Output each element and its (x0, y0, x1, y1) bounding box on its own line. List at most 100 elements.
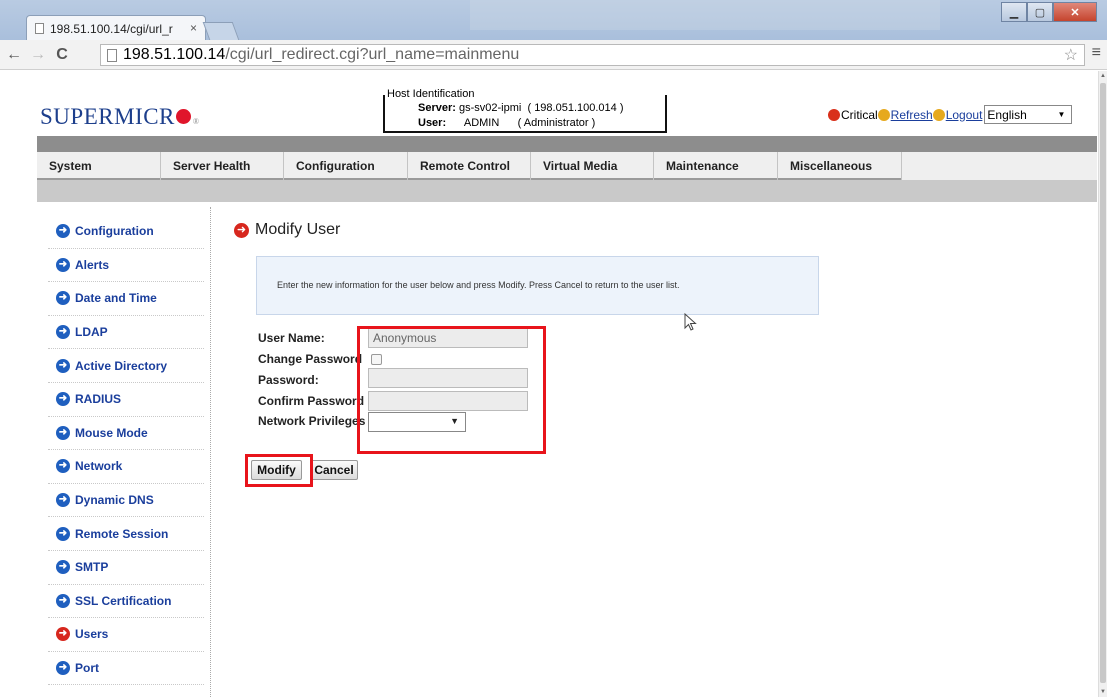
sidebar-item-ldap[interactable]: ➜ LDAP (48, 316, 204, 350)
sidebar-item-label: Alerts (75, 257, 110, 272)
scroll-down-icon[interactable]: ▼ (1100, 689, 1106, 695)
nav-maintenance[interactable]: Maintenance (654, 152, 778, 180)
browser-menu-icon[interactable]: ≡ (1092, 44, 1101, 62)
sidebar-item-label: Port (75, 661, 99, 676)
arrow-right-icon: ➜ (56, 661, 70, 676)
page-icon (35, 23, 44, 34)
arrow-right-icon: ➜ (56, 459, 70, 474)
host-identification-box: Host Identification Server: gs-sv02-ipmi… (383, 88, 667, 133)
close-window-button[interactable]: ✕ (1053, 2, 1097, 22)
arrow-right-icon: ➜ (56, 627, 70, 642)
back-icon[interactable]: ← (4, 46, 24, 64)
network-privileges-label: Network Privileges (258, 414, 366, 428)
background-tab-strip (470, 0, 940, 30)
reload-icon[interactable]: C (52, 46, 72, 64)
sidebar-item-label: Users (75, 627, 109, 642)
sidebar-item-label: SSL Certification (75, 593, 172, 608)
refresh-link[interactable]: Refresh (891, 108, 933, 122)
forward-icon[interactable]: → (28, 46, 48, 64)
arrow-right-icon: ➜ (56, 526, 70, 541)
minimize-button[interactable]: ▁ (1001, 2, 1027, 22)
sidebar-item-label: Active Directory (75, 358, 168, 373)
user-role: ( Administrator ) (517, 117, 596, 129)
arrow-right-icon: ➜ (56, 257, 70, 272)
sidebar-item-active-directory[interactable]: ➜ Active Directory (48, 349, 204, 383)
browser-tab[interactable]: 198.51.100.14/cgi/url_r × (26, 15, 206, 41)
sidebar-item-remote-session[interactable]: ➜ Remote Session (48, 517, 204, 551)
critical-label: Critical (841, 107, 878, 122)
server-ip: ( 198.051.100.014 ) (527, 102, 624, 114)
scrollbar-thumb[interactable] (1100, 83, 1106, 683)
password-label: Password: (258, 373, 319, 387)
arrow-right-icon: ➜ (56, 392, 70, 407)
sidebar-item-network[interactable]: ➜ Network (48, 450, 204, 484)
server-row: Server: gs-sv02-ipmi ( 198.051.100.014 ) (418, 102, 624, 114)
sidebar-item-ssl-certification[interactable]: ➜ SSL Certification (48, 585, 204, 619)
sidebar-item-port[interactable]: ➜ Port (48, 652, 204, 686)
browser-toolbar: ← → C 198.51.100.14/cgi/url_redirect.cgi… (0, 40, 1107, 70)
supermicro-logo: SUPERMICR ® (40, 104, 199, 130)
nav-top-strip (37, 136, 1097, 152)
sidebar-item-dynamic-dns[interactable]: ➜ Dynamic DNS (48, 484, 204, 518)
header-actions: Critical Refresh Logout English ▼ (828, 105, 1073, 124)
arrow-right-icon: ➜ (56, 493, 70, 508)
tab-close-icon[interactable]: × (190, 21, 197, 35)
sidebar-item-smtp[interactable]: ➜ SMTP (48, 551, 204, 585)
sidebar-item-radius[interactable]: ➜ RADIUS (48, 383, 204, 417)
sidebar: ➜ Configuration ➜ Alerts ➜ Date and Time ➜ L… (48, 215, 204, 686)
bookmark-star-icon[interactable]: ☆ (1064, 45, 1078, 65)
info-box: Enter the new information for the user b… (256, 256, 819, 315)
server-label: Server: (418, 102, 456, 114)
server-value: gs-sv02-ipmi (458, 102, 522, 114)
page-scrollbar[interactable]: ▲ ▼ (1098, 71, 1107, 697)
confirm-password-label: Confirm Password (258, 394, 365, 408)
modify-button-highlight (245, 454, 313, 487)
sidebar-item-mouse-mode[interactable]: ➜ Mouse Mode (48, 417, 204, 451)
scroll-up-icon[interactable]: ▲ (1100, 73, 1106, 79)
arrow-right-icon: ➜ (56, 593, 70, 608)
host-identification-legend: Host Identification (387, 88, 477, 100)
nav-remote-control[interactable]: Remote Control (408, 152, 531, 180)
arrow-right-icon: ➜ (56, 560, 70, 575)
nav-virtual-media[interactable]: Virtual Media (531, 152, 654, 180)
sidebar-divider (210, 207, 211, 697)
cancel-button[interactable]: Cancel (310, 460, 358, 480)
sidebar-item-label: Dynamic DNS (75, 493, 154, 508)
new-tab-button[interactable] (202, 22, 240, 40)
sidebar-item-configuration[interactable]: ➜ Configuration (48, 215, 204, 249)
sidebar-item-users[interactable]: ➜ Users (48, 618, 204, 652)
nav-system[interactable]: System (37, 152, 161, 180)
maximize-button[interactable]: ▢ (1027, 2, 1053, 22)
address-bar[interactable]: 198.51.100.14/cgi/url_redirect.cgi?url_n… (100, 44, 1085, 66)
sidebar-item-label: SMTP (75, 560, 109, 575)
nav-miscellaneous[interactable]: Miscellaneous (778, 152, 902, 180)
tab-title: 198.51.100.14/cgi/url_r (50, 21, 173, 36)
nav-server-health[interactable]: Server Health (161, 152, 284, 180)
sidebar-item-date-and-time[interactable]: ➜ Date and Time (48, 282, 204, 316)
user-value: ADMIN (463, 117, 500, 129)
sidebar-item-label: Mouse Mode (75, 425, 148, 440)
logout-icon[interactable] (932, 108, 945, 121)
arrow-right-icon: ➜ (56, 425, 70, 440)
arrow-right-icon: ➜ (56, 358, 70, 373)
sidebar-item-label: Configuration (75, 224, 154, 239)
sidebar-item-alerts[interactable]: ➜ Alerts (48, 249, 204, 283)
logout-link[interactable]: Logout (946, 108, 983, 122)
logo-registered-mark: ® (192, 117, 200, 126)
user-row: User: ADMIN ( Administrator ) (418, 117, 595, 129)
refresh-icon[interactable] (877, 108, 890, 121)
user-name-label: User Name: (258, 331, 325, 345)
browser-window: 198.51.100.14/cgi/url_r × ▁ ▢ ✕ ← → C 19… (0, 0, 1107, 697)
url-host: 198.51.100.14 (123, 46, 226, 63)
mouse-cursor-icon (684, 313, 697, 331)
sidebar-item-label: RADIUS (75, 392, 122, 407)
arrow-right-icon: ➜ (234, 222, 249, 238)
window-controls: ▁ ▢ ✕ (1001, 2, 1097, 22)
sidebar-item-label: LDAP (75, 325, 108, 340)
web-page: SUPERMICR ® Host Identification Server: g… (0, 71, 1098, 697)
page-title-text: Modify User (255, 221, 341, 238)
language-select[interactable]: English ▼ (984, 105, 1073, 124)
nav-configuration[interactable]: Configuration (284, 152, 408, 180)
logo-dot (175, 109, 191, 124)
user-label: User: (418, 117, 447, 129)
